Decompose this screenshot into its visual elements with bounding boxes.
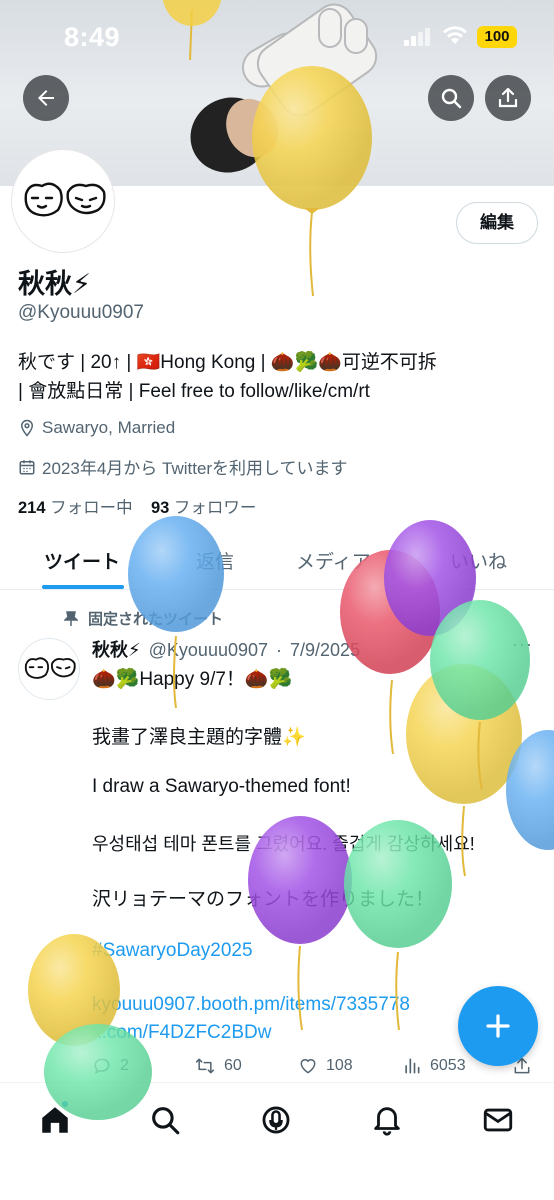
arrow-left-icon — [38, 90, 54, 106]
pin-icon — [64, 610, 78, 626]
status-time: 8:49 — [64, 22, 121, 52]
nav-spaces[interactable] — [259, 1103, 293, 1137]
views-count: 6053 — [430, 1057, 466, 1074]
figure-head — [178, 84, 282, 186]
tweet-text-line: 🌰🥦Happy 9/7！🌰🥦 — [92, 669, 293, 690]
reply-icon — [94, 1058, 110, 1075]
profile-handle: @Kyouuu0907 — [18, 302, 144, 323]
search-icon — [441, 88, 462, 109]
pinned-label-text: 固定されたツイート — [88, 611, 224, 628]
nav-home[interactable] — [38, 1099, 72, 1137]
signal-icon — [404, 28, 432, 46]
notification-dot — [60, 1099, 70, 1109]
avatar-doodle-icon — [24, 657, 76, 679]
tab-tweets[interactable]: ツイート — [44, 547, 120, 574]
retweet-icon — [195, 1058, 215, 1074]
joined-row: 2023年4月から Twitterを利用しています — [18, 454, 348, 479]
tab-media[interactable]: メディア — [296, 547, 371, 574]
retweet-count: 60 — [224, 1057, 242, 1074]
calendar-icon — [19, 459, 35, 474]
views-button[interactable]: 6053 — [402, 1056, 466, 1076]
location-pin-icon — [20, 419, 34, 437]
battery-indicator: 100 — [477, 26, 517, 48]
nav-search[interactable] — [148, 1103, 182, 1137]
bio-line: | 會放點日常 | Feel free to follow/like/cm/rt — [18, 381, 370, 402]
compose-tweet-button[interactable] — [458, 986, 538, 1066]
follow-stats: 214 フォロー中 93 フォロワー — [18, 494, 256, 518]
retweet-button[interactable]: 60 — [194, 1056, 242, 1076]
tweet-text-line: I draw a Sawaryo-themed font! — [92, 776, 351, 797]
views-bar-icon — [405, 1058, 420, 1074]
display-name: 秋秋⚡ — [18, 269, 91, 299]
avatar-doodle-icon — [24, 182, 106, 217]
joined-text: 2023年4月から Twitterを利用しています — [42, 459, 348, 478]
followers-label: フォロワー — [173, 499, 257, 517]
tweet-separator: · — [276, 640, 283, 660]
wifi-icon — [443, 26, 467, 44]
status-bar: 8:49 100 — [0, 0, 554, 74]
tweet-text-line: 沢リョテーマのフォントを作りました！ — [92, 889, 435, 910]
tab-likes[interactable]: いいね — [450, 547, 507, 574]
nav-notifications[interactable] — [370, 1103, 404, 1137]
balloon-blue-edge — [506, 730, 554, 850]
followers-count: 93 — [150, 499, 170, 517]
reply-button[interactable]: 2 — [92, 1056, 129, 1076]
tweet-header: 秋秋⚡ @Kyouuu0907 · 7/9/2025 — [92, 636, 360, 662]
tweet-date: 7/9/2025 — [290, 640, 361, 660]
tweet-hashtag[interactable]: #SawaryoDay2025 — [92, 940, 253, 962]
balloon-green — [430, 600, 530, 791]
tweet-link[interactable]: kyouuu0907.booth.pm/items/7335778 — [92, 994, 410, 1016]
mail-icon — [483, 1108, 513, 1132]
more-options-icon[interactable]: ··· — [512, 634, 533, 655]
plus-icon — [486, 1014, 510, 1038]
search-icon — [152, 1107, 180, 1135]
share-icon — [498, 87, 518, 108]
search-button[interactable] — [428, 75, 474, 121]
nav-messages[interactable] — [481, 1103, 515, 1137]
tweet-text-line: 우성태섭 테마 폰트를 그렸어요. 즐겁게 감상하세요! — [92, 834, 475, 854]
share-button[interactable] — [485, 75, 531, 121]
bell-icon — [374, 1107, 400, 1136]
tab-replies[interactable]: 返信 — [196, 547, 234, 574]
tweet-link[interactable]: x.com/F4DZFC2BDw — [92, 1022, 271, 1044]
edit-profile-button[interactable]: 編集 — [456, 202, 538, 244]
bottom-navigation — [0, 1082, 554, 1200]
like-button[interactable]: 108 — [298, 1056, 353, 1076]
tweet-avatar[interactable] — [18, 638, 80, 700]
active-tab-indicator — [42, 585, 124, 589]
bio-line: 秋です | 20↑ | 🇭🇰Hong Kong | 🌰🥦🌰可逆不可拆 — [18, 352, 437, 373]
followers-link[interactable]: 93 フォロワー — [151, 499, 256, 517]
tweet-actions: 2 60 108 6053 — [92, 1056, 540, 1082]
following-link[interactable]: 214 フォロー中 — [18, 499, 133, 517]
following-count: 214 — [18, 499, 46, 517]
heart-icon — [300, 1059, 316, 1074]
following-label: フォロー中 — [50, 499, 133, 517]
profile-bio: 秋です | 20↑ | 🇭🇰Hong Kong | 🌰🥦🌰可逆不可拆 | 會放點… — [18, 348, 540, 406]
tweet-author-handle: @Kyouuu0907 — [148, 640, 269, 660]
location-text: Sawaryo, Married — [42, 418, 176, 437]
profile-tabs: ツイート 返信 メディア いいね — [0, 530, 554, 590]
tweet-author-name[interactable]: 秋秋⚡ — [92, 636, 141, 662]
spaces-icon — [262, 1106, 290, 1134]
tweet-text-line: 我畫了澤良主題的字體✨ — [92, 727, 306, 748]
like-count: 108 — [326, 1057, 353, 1074]
back-button[interactable] — [23, 75, 69, 121]
reply-count: 2 — [120, 1057, 129, 1074]
pinned-label: 固定されたツイート — [64, 608, 223, 629]
location-row: Sawaryo, Married — [18, 418, 175, 438]
profile-avatar[interactable] — [12, 150, 114, 252]
